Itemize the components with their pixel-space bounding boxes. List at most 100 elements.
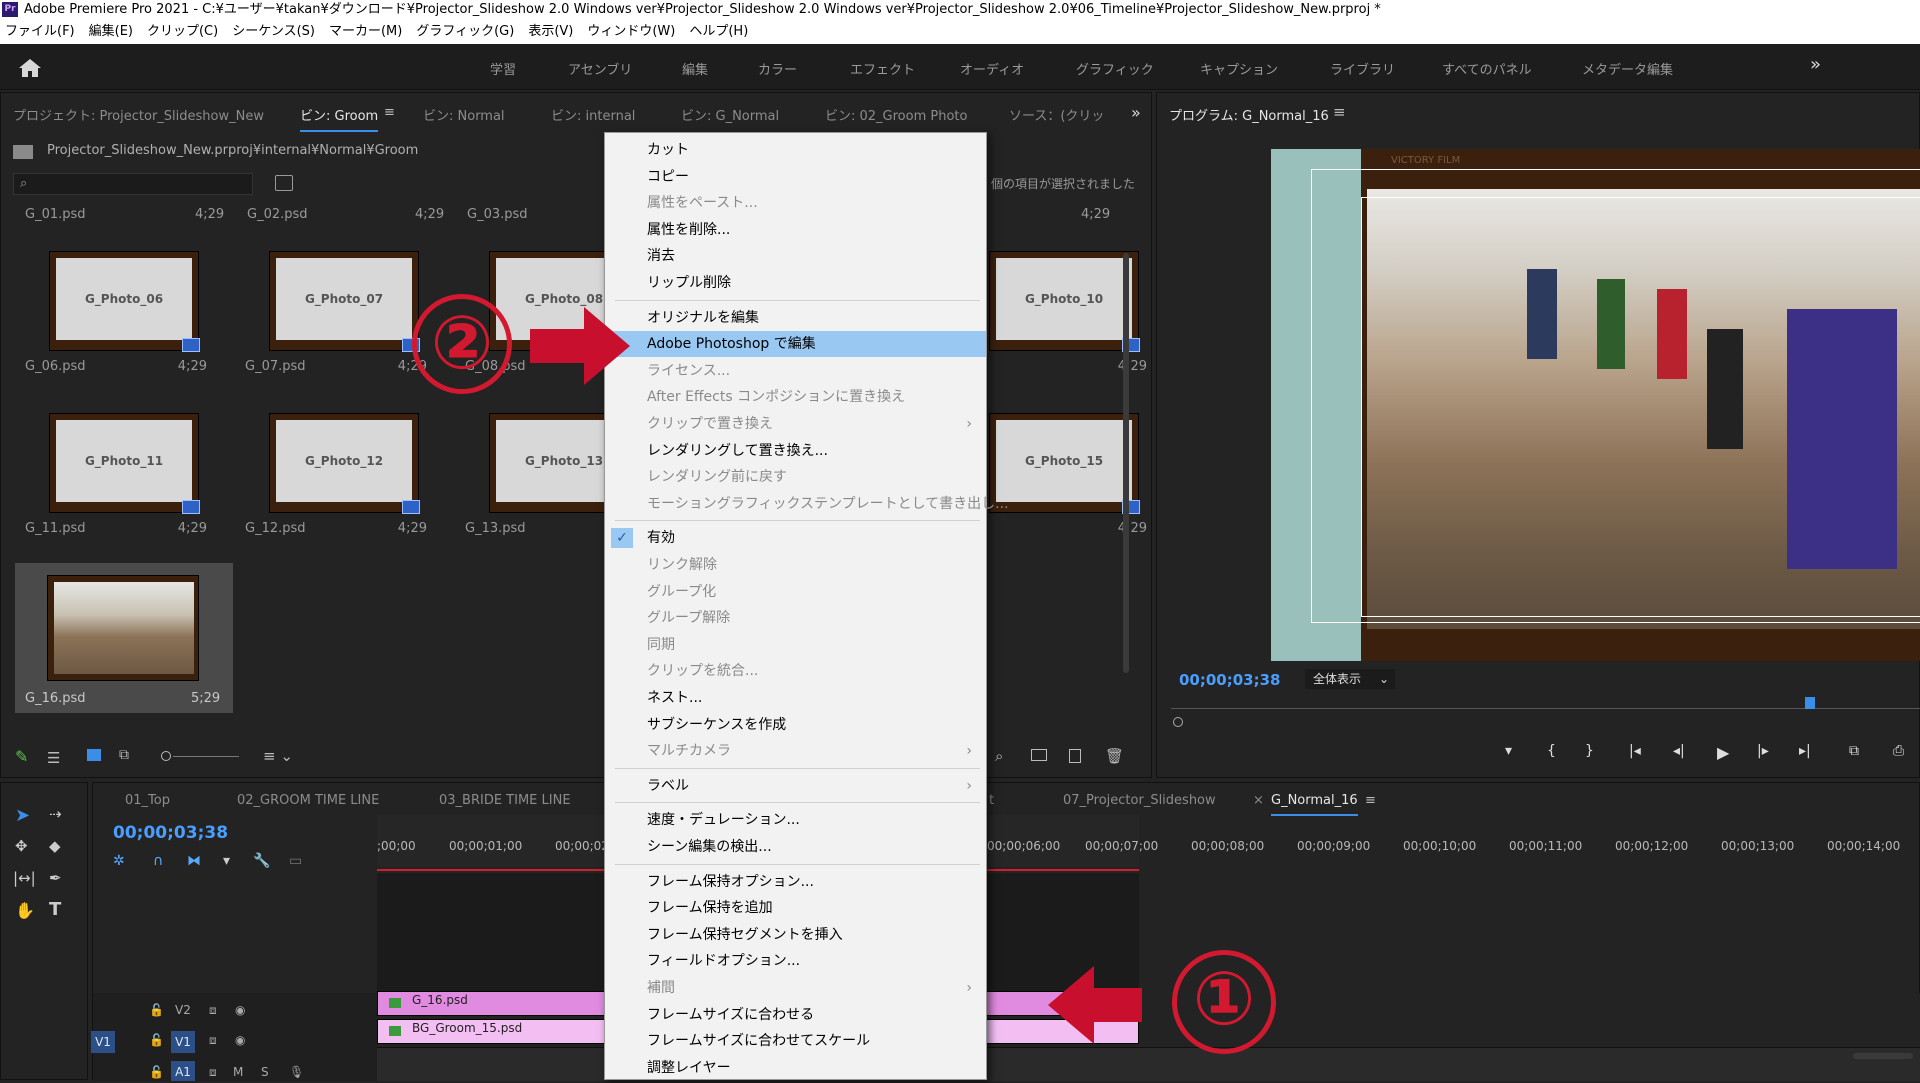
pencil-icon[interactable]: ✎ [15, 749, 31, 765]
bin-item-g11[interactable]: G_Photo_11 G_11.psd 4;29 [19, 391, 219, 546]
mic-icon[interactable]: 🎙 [289, 1065, 304, 1079]
context-menu-item[interactable]: フレーム保持オプション... [605, 869, 986, 895]
fit-dropdown[interactable]: 全体表示 ⌄ [1305, 669, 1395, 689]
nest-toggle-icon[interactable]: ✲ [113, 853, 125, 869]
context-menu-item[interactable]: ラベル › [605, 773, 986, 799]
linked-selection-icon[interactable]: ⧓ [187, 853, 201, 869]
panel-menu-icon[interactable]: ≡ [1333, 103, 1346, 121]
context-menu-item[interactable]: 調整レイヤー [605, 1055, 986, 1081]
tab-seq-partial[interactable]: t [989, 793, 994, 808]
eye-icon[interactable]: ◉ [235, 1003, 245, 1017]
panel-menu-icon[interactable]: ≡ [384, 105, 395, 120]
captions-icon[interactable]: ▭ [289, 853, 302, 869]
menu-edit[interactable]: 編集(E) [84, 20, 142, 44]
lock-icon[interactable]: 🔓 [149, 1033, 164, 1047]
track-select-tool-icon[interactable]: ⇢ [49, 805, 62, 823]
bin-item-g16-selected[interactable]: G_16.psd 5;29 [15, 563, 233, 713]
workspace-captions[interactable]: キャプション [1200, 59, 1278, 78]
context-menu-item[interactable]: フレームサイズに合わせる [605, 1002, 986, 1028]
menu-view[interactable]: 表示(V) [523, 20, 582, 44]
step-forward-icon[interactable]: |▸ [1757, 743, 1769, 759]
project-scrollbar[interactable] [1123, 253, 1129, 673]
tab-project[interactable]: プロジェクト: Projector_Slideshow_New [13, 105, 264, 124]
workspace-assembly[interactable]: アセンブリ [568, 59, 632, 78]
tab-seq-07[interactable]: 07_Projector_Slideshow [1063, 793, 1216, 808]
tab-bin-groom-photo[interactable]: ビン: 02_Groom Photo [825, 105, 967, 124]
tabs-overflow-icon[interactable]: » [1131, 103, 1141, 122]
pen-tool-icon[interactable]: ✒ [49, 869, 62, 887]
tab-bin-g-normal[interactable]: ビン: G_Normal [681, 105, 779, 124]
context-menu-item[interactable]: フレームサイズに合わせてスケール [605, 1028, 986, 1054]
zoom-handle[interactable] [1173, 717, 1183, 727]
timeline-timecode[interactable]: 00;00;03;38 [113, 823, 228, 843]
export-frame-icon[interactable]: ⎙ [1893, 743, 1904, 759]
bin-item-g15[interactable]: G_Photo_15 4;29 [959, 391, 1159, 546]
list-view-icon[interactable]: ☰ [47, 749, 60, 767]
slip-tool-icon[interactable]: |↔| [13, 869, 36, 887]
new-bin-icon[interactable] [1031, 749, 1047, 761]
wrench-icon[interactable]: 🔧 [253, 853, 270, 869]
add-marker-icon[interactable]: ▾ [1505, 743, 1512, 759]
playhead[interactable] [1805, 697, 1815, 709]
selection-tool-icon[interactable]: ➤ [15, 805, 30, 826]
tab-seq-g-normal-16[interactable]: G_Normal_16 [1271, 793, 1358, 816]
menu-marker[interactable]: マーカー(M) [324, 20, 411, 44]
play-icon[interactable]: ▶ [1717, 743, 1729, 762]
sort-icon[interactable]: ≡ ⌄ [263, 747, 293, 765]
lock-icon[interactable]: 🔓 [149, 1065, 164, 1079]
workspace-color[interactable]: カラー [758, 59, 797, 78]
workspace-editing[interactable]: 編集 [682, 59, 708, 78]
source-patch-v1[interactable]: V1 [91, 1031, 115, 1053]
hand-tool-icon[interactable]: ✋ [15, 901, 35, 920]
menu-graphics[interactable]: グラフィック(G) [411, 20, 523, 44]
context-menu-item[interactable]: 有効 ✓ [605, 525, 986, 551]
menu-clip[interactable]: クリップ(C) [142, 20, 227, 44]
workspace-all-panels[interactable]: すべてのパネル [1442, 59, 1532, 78]
sync-lock-icon[interactable]: ⧈ [209, 1033, 217, 1048]
menu-file[interactable]: ファイル(F) [0, 20, 84, 44]
new-search-bin-icon[interactable] [275, 175, 293, 191]
tab-bin-normal[interactable]: ビン: Normal [423, 105, 505, 124]
tab-bin-internal[interactable]: ビン: internal [551, 105, 635, 124]
tab-seq-01-top[interactable]: 01_Top [125, 793, 170, 808]
bin-item-g07[interactable]: G_Photo_07 G_07.psd 4;29 [239, 229, 439, 384]
track-label-a1[interactable]: A1 [171, 1061, 195, 1081]
close-icon[interactable]: × [1253, 793, 1264, 808]
tab-seq-bride[interactable]: 03_BRIDE TIME LINE [439, 793, 571, 808]
eye-icon[interactable]: ◉ [235, 1033, 245, 1047]
context-menu-item[interactable]: 速度・デュレーション... [605, 807, 986, 833]
timeline-scrollbar[interactable] [1853, 1053, 1913, 1059]
tab-seq-groom[interactable]: 02_GROOM TIME LINE [237, 793, 379, 808]
new-item-icon[interactable] [1069, 749, 1081, 763]
workspace-libraries[interactable]: ライブラリ [1330, 59, 1395, 78]
context-menu-item[interactable]: リップル削除 [605, 270, 986, 296]
mute-button[interactable]: M [233, 1065, 243, 1079]
workspace-audio[interactable]: オーディオ [960, 59, 1024, 78]
search-input[interactable]: ⌕ [13, 173, 253, 195]
freeform-view-icon[interactable]: ⧉ [119, 747, 129, 763]
context-menu-item[interactable]: サブシーケンスを作成 [605, 712, 986, 738]
sync-lock-icon[interactable]: ⧈ [209, 1065, 217, 1080]
context-menu-item[interactable]: フレーム保持を追加 [605, 895, 986, 921]
tab-source[interactable]: ソース：(クリッ [1009, 105, 1104, 124]
menu-sequence[interactable]: シーケンス(S) [227, 20, 324, 44]
menu-window[interactable]: ウィンドウ(W) [582, 20, 684, 44]
snap-icon[interactable]: ∩ [153, 853, 163, 869]
mark-in-icon[interactable]: { [1547, 743, 1556, 759]
context-menu-item[interactable]: ネスト... [605, 685, 986, 711]
ripple-edit-tool-icon[interactable]: ✥ [15, 837, 28, 855]
bin-item-g06[interactable]: G_Photo_06 G_06.psd 4;29 [19, 229, 219, 384]
go-to-in-icon[interactable]: |◂ [1629, 743, 1641, 759]
track-label-v1[interactable]: V1 [171, 1031, 195, 1053]
zoom-slider-track[interactable] [173, 756, 239, 757]
context-menu-item[interactable]: オリジナルを編集 [605, 305, 986, 331]
workspace-effects[interactable]: エフェクト [850, 59, 915, 78]
mark-out-icon[interactable]: } [1585, 743, 1594, 759]
bin-item-g12[interactable]: G_Photo_12 G_12.psd 4;29 [239, 391, 439, 546]
type-tool-icon[interactable]: T [49, 899, 61, 920]
context-menu-item[interactable]: 属性を削除... [605, 217, 986, 243]
find-icon[interactable]: ⌕ [995, 747, 1003, 765]
program-timecode[interactable]: 00;00;03;38 [1179, 671, 1281, 689]
panel-menu-icon[interactable]: ≡ [1365, 793, 1376, 808]
lift-icon[interactable]: ⧉ [1849, 743, 1859, 759]
